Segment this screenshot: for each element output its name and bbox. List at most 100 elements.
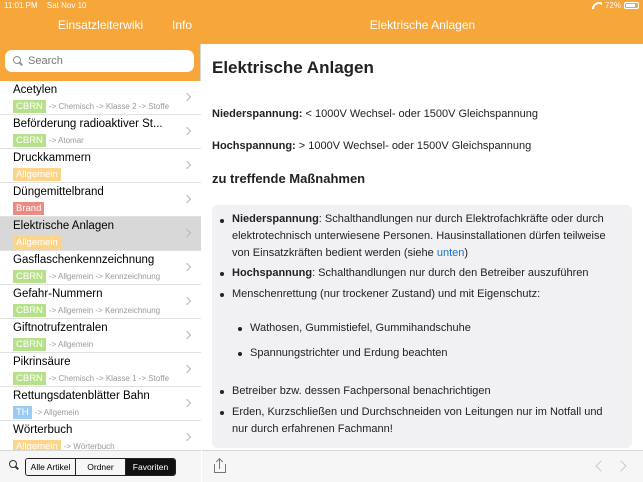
bullet-text: ) xyxy=(464,247,469,259)
measures-box: Niederspannung: Schalthandlungen nur dur… xyxy=(212,205,632,448)
list-item-meta: CBRN -> Allgemein -> Kennzeichnung xyxy=(13,270,160,283)
sub-bullet-spannungstrichter: Spannungstrichter und Erdung beachten xyxy=(250,347,448,359)
list-item[interactable]: Pikrinsäure CBRN -> Chemisch -> Klasse 1 -… xyxy=(0,353,201,387)
hochspannung-text: > 1000V Wechsel- oder 1500V Gleichspannu… xyxy=(295,140,532,152)
detail-pane: Elektrische Anlagen Niederspannung: < 10… xyxy=(202,44,643,450)
sidebar-toolbar: Alle Artikel Ordner Favoriten xyxy=(0,450,201,482)
bullet-text: elektrotechnisch unterwiesene Personen. … xyxy=(232,230,606,242)
category-badge: Brand xyxy=(13,202,45,215)
bullet-icon xyxy=(220,272,224,276)
bullet-text: nur durch erfahrenen Fachmann! xyxy=(232,423,393,435)
bullet-text: von Einsatzkräften bedient werden (siehe xyxy=(232,247,437,259)
list-item-title: Düngemittelbrand xyxy=(13,186,104,198)
bullet-icon xyxy=(220,293,224,297)
bullet-icon xyxy=(238,327,242,331)
info-button[interactable]: Info xyxy=(172,18,192,32)
list-item-path: -> Chemisch -> Klasse 1 -> Stoffe xyxy=(48,374,170,383)
list-item-meta: CBRN -> Chemisch -> Klasse 1 -> Stoffe xyxy=(13,372,169,385)
list-item[interactable]: Elektrische Anlagen Allgemein xyxy=(0,217,201,251)
list-item-title: Gefahr-Nummern xyxy=(13,288,103,300)
chevron-right-icon xyxy=(182,432,192,442)
list-item-path: -> Chemisch -> Klasse 2 -> Stoffe xyxy=(48,102,170,111)
search-icon xyxy=(13,55,24,67)
bullet-icon xyxy=(220,219,224,223)
list-item-meta: CBRN -> Atomar xyxy=(13,134,84,147)
bullet-icon xyxy=(238,352,242,356)
bullet-label: Hochspannung xyxy=(232,267,313,279)
segment-all-articles[interactable]: Alle Artikel xyxy=(26,459,76,475)
detail-nav-title: Elektrische Anlagen xyxy=(369,18,476,32)
category-badge: Allgemein xyxy=(13,236,61,249)
list-item-title: Rettungsdatenblätter Bahn xyxy=(13,390,150,402)
bullet-betreiber: Betreiber bzw. dessen Fachpersonal benac… xyxy=(232,385,491,397)
bullet-text: : Schalthandlungen nur durch den Betreib… xyxy=(312,267,589,279)
back-arrow-icon[interactable] xyxy=(595,460,607,472)
sidebar-title: Einsatzleiterwiki xyxy=(57,18,144,32)
bullet-text: Erden, Kurzschließen und Durchschneiden … xyxy=(232,406,603,418)
list-item-path: -> Allgemein -> Kennzeichnung xyxy=(48,306,161,315)
list-item-meta: Allgemein xyxy=(13,236,64,249)
list-item[interactable]: Rettungsdatenblätter Bahn TH -> Allgemein xyxy=(0,387,201,421)
hochspannung-label: Hochspannung: xyxy=(212,140,296,152)
chevron-right-icon xyxy=(182,228,192,238)
status-date: Sat Nov 10 xyxy=(46,1,87,10)
chevron-right-icon xyxy=(182,330,192,340)
category-badge: Allgemein xyxy=(13,168,61,181)
list-item[interactable]: Gefahr-Nummern CBRN -> Allgemein -> Kennze… xyxy=(0,285,201,319)
list-item-path: -> Allgemein -> Kennzeichnung xyxy=(48,272,161,281)
list-item-title: Druckkammern xyxy=(13,152,91,164)
chevron-right-icon xyxy=(182,262,192,272)
list-item[interactable]: Düngemittelbrand Brand xyxy=(0,183,201,217)
list-item-meta: Allgemein xyxy=(13,168,64,181)
segment-favorites[interactable]: Favoriten xyxy=(126,459,175,475)
list-item[interactable]: Beförderung radioaktiver St... CBRN -> Ato… xyxy=(0,115,201,149)
article-title: Elektrische Anlagen xyxy=(212,58,374,77)
search-area xyxy=(0,44,200,81)
search-input[interactable] xyxy=(28,55,188,67)
category-badge: CBRN xyxy=(13,134,46,147)
chevron-right-icon xyxy=(182,126,192,136)
list-item-path: -> Allgemein xyxy=(34,408,79,417)
chevron-right-icon xyxy=(182,296,192,306)
share-icon[interactable] xyxy=(214,457,226,473)
list-item-title: Wörterbuch xyxy=(13,424,73,436)
segment-folders[interactable]: Ordner xyxy=(76,459,126,475)
search-field[interactable] xyxy=(5,50,194,72)
niederspannung-text: < 1000V Wechsel- oder 1500V Gleichspannu… xyxy=(302,108,539,120)
chevron-right-icon xyxy=(182,92,192,102)
list-item-title: Gasflaschenkennzeichnung xyxy=(13,254,155,266)
bullet-hochspannung: Hochspannung: Schalthandlungen nur durch… xyxy=(232,265,588,282)
category-badge: CBRN xyxy=(13,270,46,283)
status-time: 11:01 PM xyxy=(4,1,38,10)
category-badge: CBRN xyxy=(13,338,46,351)
chevron-right-icon xyxy=(182,194,192,204)
bullet-icon xyxy=(220,390,224,394)
chevron-right-icon xyxy=(182,160,192,170)
chevron-right-icon xyxy=(182,398,192,408)
list-item-meta: Brand xyxy=(13,202,47,215)
list-item-meta: CBRN -> Allgemein -> Kennzeichnung xyxy=(13,304,160,317)
list-item[interactable]: Druckkammern Allgemein xyxy=(0,149,201,183)
category-badge: CBRN xyxy=(13,372,46,385)
chevron-right-icon xyxy=(182,364,192,374)
list-item-title: Giftnotrufzentralen xyxy=(13,322,108,334)
wifi-icon xyxy=(592,2,602,9)
list-item-path: -> Atomar xyxy=(48,136,84,145)
forward-arrow-icon[interactable] xyxy=(615,460,627,472)
list-item[interactable]: Acetylen CBRN -> Chemisch -> Klasse 2 -> S… xyxy=(0,81,201,115)
unten-link[interactable]: unten xyxy=(437,247,465,259)
category-badge: CBRN xyxy=(13,100,46,113)
detail-toolbar xyxy=(202,450,643,482)
list-item[interactable]: Gasflaschenkennzeichnung CBRN -> Allgemein… xyxy=(0,251,201,285)
niederspannung-definition: Niederspannung: < 1000V Wechsel- oder 15… xyxy=(212,108,538,120)
battery-percent: 72% xyxy=(604,1,621,10)
list-item-meta: TH -> Allgemein xyxy=(13,406,79,419)
sidebar: AcetylenCBRN-> Chemisch -> Klasse 2 -> S… xyxy=(0,44,201,482)
list-item[interactable]: Giftnotrufzentralen CBRN -> Allgemein xyxy=(0,319,201,353)
measures-heading: zu treffende Maßnahmen xyxy=(212,171,366,186)
search-icon[interactable] xyxy=(9,460,20,471)
list-item-title: Pikrinsäure xyxy=(13,356,71,368)
list-item-path: -> Allgemein xyxy=(48,340,94,349)
bullet-erden: Erden, Kurzschließen und Durchschneiden … xyxy=(232,404,603,438)
bullet-menschenrettung: Menschenrettung (nur trockener Zustand) … xyxy=(232,288,541,300)
